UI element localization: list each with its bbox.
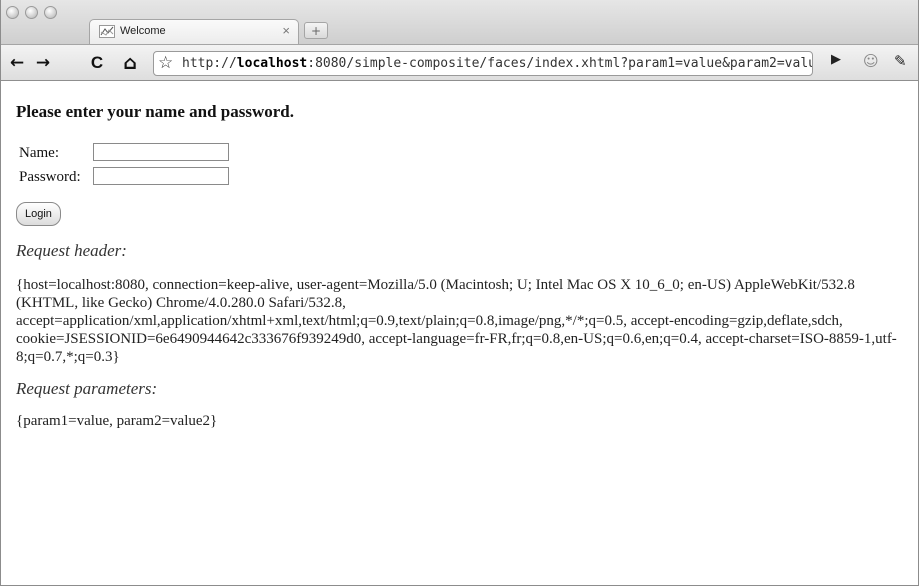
page-favicon-icon [99,25,115,38]
browser-toolbar: ← → C ⌂ ☆ http://localhost:8080/simple-c… [1,44,918,81]
url-scheme: http:// [182,56,237,71]
back-arrow-icon[interactable]: ← [7,53,27,73]
name-row: Name: [16,141,914,165]
address-bar[interactable]: ☆ http://localhost:8080/simple-composite… [153,51,813,76]
page-heading: Please enter your name and password. [16,102,294,121]
window-controls [6,6,57,19]
wrench-icon[interactable]: ✎ [894,52,907,70]
page-menu-icon[interactable]: ▶ [831,52,841,67]
request-params-title: Request parameters: [16,379,158,398]
login-button[interactable]: Login [16,202,61,226]
bookmark-star-icon[interactable]: ☆ [158,53,173,73]
tab-title: Welcome [120,25,166,37]
request-header-title: Request header: [16,241,127,260]
extension-icon[interactable]: ☺ [863,52,879,70]
request-header-text: {host=localhost:8080, connection=keep-al… [16,277,897,365]
minimize-window-button[interactable] [25,6,38,19]
name-input[interactable] [93,143,229,161]
page-content: Please enter your name and password. Nam… [16,81,914,430]
password-label: Password: [19,169,81,185]
login-form: Name: Password: [16,141,914,189]
browser-window: Welcome × + ← → C ⌂ ☆ http://localhost:8… [0,0,919,586]
close-window-button[interactable] [6,6,19,19]
plus-icon: + [311,24,322,38]
url-path: :8080/simple-composite/faces/index.xhtml… [307,56,813,71]
tab-strip: Welcome × + [1,0,918,44]
password-input[interactable] [93,167,229,185]
forward-arrow-icon[interactable]: → [33,53,53,73]
url-host: localhost [236,56,308,71]
name-label: Name: [19,145,59,161]
new-tab-button[interactable]: + [304,22,328,39]
reload-icon[interactable]: C [87,53,107,73]
password-row: Password: [16,165,914,189]
home-icon[interactable]: ⌂ [120,53,140,73]
request-params-text: {param1=value, param2=value2} [16,413,218,429]
zoom-window-button[interactable] [44,6,57,19]
address-url[interactable]: http://localhost:8080/simple-composite/f… [182,56,813,71]
tab-welcome[interactable]: Welcome × [89,19,299,44]
tab-close-icon[interactable]: × [282,23,290,38]
